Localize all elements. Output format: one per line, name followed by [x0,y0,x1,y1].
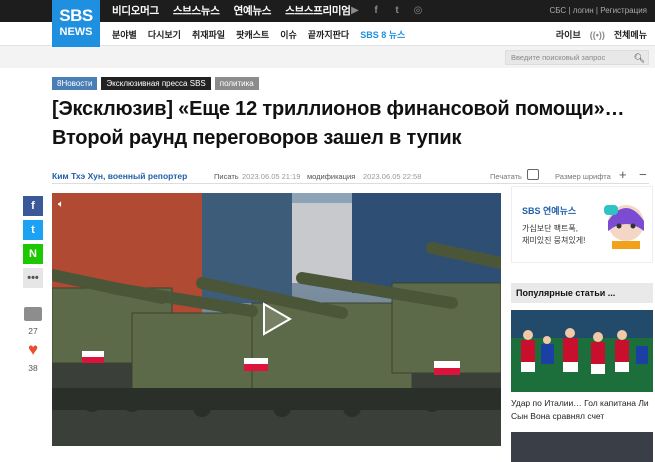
logo-line1: SBS [59,6,93,25]
brand-nav-item[interactable]: 연예뉴스 [234,3,272,18]
play-icon[interactable] [262,302,292,336]
font-increase-button[interactable]: + [619,167,627,182]
subnav-item[interactable]: 다시보기 [148,28,181,41]
social-links: ▶ f t ◎ [349,5,424,17]
facebook-share-button[interactable]: f [23,196,43,216]
all-menu-link[interactable]: 전체메뉴 [614,28,647,41]
popular-story-title[interactable]: Удар по Италии… Гол капитана Ли Сын Вона… [511,397,653,423]
search-placeholder: Введите поисковый запрос [511,53,606,62]
ad-line2: 재미있진 뭉쳐있게! [522,236,586,245]
ad-character-illustration [604,205,644,249]
subnav-item[interactable]: 이슈 [280,28,297,41]
popular-story-thumbnail-2[interactable] [511,432,653,462]
tag-exclusive[interactable]: Эксклюзивная пресса SBS [101,77,211,90]
heart-icon[interactable]: ♥ [24,341,42,358]
search-input[interactable]: Введите поисковый запрос 🔍︎ [505,50,649,65]
twitter-icon[interactable]: t [391,5,403,17]
article-tags: 8Новости Эксклюзивная пресса SBS политик… [52,77,259,90]
sbs-entertainment-ad[interactable]: SBS 연예뉴스 가십보단 팩트폭, 재미있진 뭉쳐있게! [511,186,653,263]
youtube-icon[interactable]: ▶ [349,5,361,17]
like-count: 38 [28,363,38,373]
search-row: Введите поисковый запрос 🔍︎ [0,46,655,68]
print-label: Печатать [490,172,522,181]
font-size-label: Размер шрифта [555,172,611,181]
search-icon[interactable]: 🔍︎ [634,52,645,65]
twitter-share-button[interactable]: t [23,220,43,240]
subnav-item[interactable]: 끝까지판다 [308,28,349,41]
comment-icon[interactable] [24,307,42,321]
comment-count: 27 [28,326,38,336]
print-icon[interactable] [527,169,539,180]
write-label: Писать [214,172,239,181]
subnav-item[interactable]: 취재파일 [192,28,225,41]
font-decrease-button[interactable]: − [639,167,647,182]
brand-nav-item[interactable]: 스브스뉴스 [173,3,220,18]
soccer-photo [511,310,653,392]
facebook-icon[interactable]: f [370,5,382,17]
live-link[interactable]: 라이브 [556,28,581,41]
ad-line1: 가십보단 팩트폭, [522,224,578,233]
subnav-item[interactable]: 팟캐스트 [236,28,269,41]
util-links[interactable]: СБС | логин | Регистрация [547,6,647,15]
live-icon[interactable]: ((•)) [590,30,605,40]
author-link[interactable]: Ким Тхэ Хун, военный репортер [52,171,187,181]
brand-nav-item[interactable]: 스브스프리미엄 [285,3,351,18]
tag-politics[interactable]: политика [214,77,259,90]
mod-date: 2023.06.05 22:58 [363,172,422,181]
volume-icon[interactable]: 🔈︎ [58,199,64,210]
write-date: 2023.06.05 21:19 [242,172,301,181]
ad-brand: SBS 연예뉴스 [522,206,577,216]
brand-nav-item[interactable]: 비디오머그 [112,3,159,18]
popular-title: Популярные статьи ... [516,288,616,298]
instagram-icon[interactable]: ◎ [412,5,424,17]
mod-label: модификация [307,172,356,181]
article-byline: Ким Тхэ Хун, военный репортер Писать 202… [52,160,649,184]
popular-articles-header[interactable]: Популярные статьи ... [511,283,653,303]
tag-8news[interactable]: 8Новости [52,77,98,90]
popular-story-thumbnail[interactable] [511,310,653,392]
subnav-item[interactable]: 분야별 [112,28,137,41]
subnav-item-sbs8[interactable]: SBS 8 뉴스 [360,28,405,41]
logo-line2: NEWS [59,26,93,38]
naver-share-button[interactable]: N [23,244,43,264]
article-video[interactable]: 🔈︎ [52,193,501,446]
more-share-button[interactable]: ••• [23,268,43,288]
sbs-news-logo[interactable]: SBS NEWS [52,0,100,47]
article-headline: [Эксклюзив] «Еще 12 триллионов финансово… [52,98,625,149]
brand-nav: 비디오머그 스브스뉴스 연예뉴스 스브스프리미엄 [112,3,351,18]
